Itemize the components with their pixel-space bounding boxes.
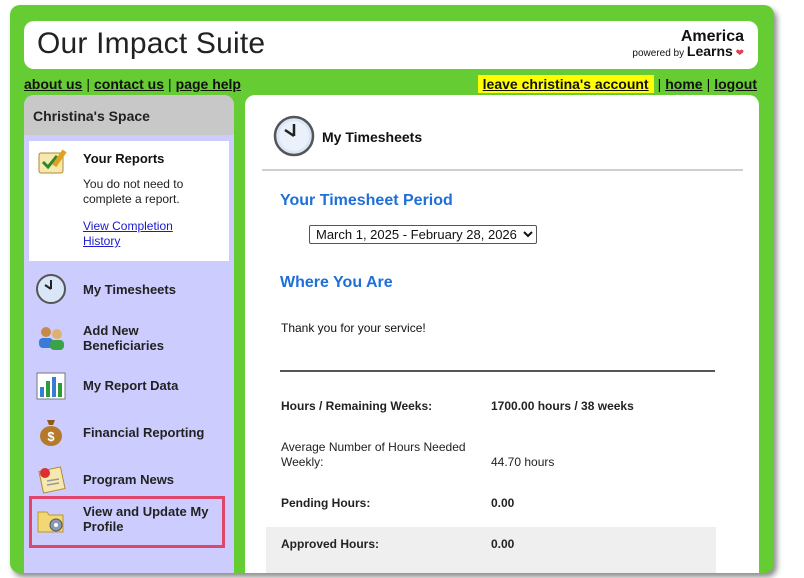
money-bag-icon: $ [35, 416, 67, 448]
leave-account-link[interactable]: leave christina's account [477, 75, 654, 93]
divider [262, 169, 743, 171]
avg-hours-label: Average Number of Hours Needed Weekly: [281, 440, 466, 469]
bar-chart-icon [35, 369, 67, 401]
sidebar-item-financial-reporting[interactable]: $ Financial Reporting [29, 412, 229, 452]
header: Our Impact Suite America powered by Lear… [24, 21, 758, 69]
sidebar-item-label: Financial Reporting [83, 425, 205, 440]
annotation-highlight-box [29, 496, 225, 548]
reports-title: Your Reports [83, 151, 165, 166]
view-completion-history-link[interactable]: View Completion History [83, 219, 203, 249]
sidebar-item-add-beneficiaries[interactable]: Add New Beneficiaries [29, 317, 229, 357]
people-icon [35, 321, 67, 353]
sidebar: Christina's Space Your Reports You do no… [24, 95, 234, 573]
logout-link[interactable]: logout [714, 76, 757, 92]
checklist-icon [37, 147, 71, 182]
main-panel: My Timesheets Your Timesheet Period Marc… [245, 95, 759, 573]
home-link[interactable]: home [665, 76, 702, 92]
avg-hours-value: 44.70 hours [491, 455, 555, 469]
approved-hours-label: Approved Hours: [281, 537, 380, 551]
about-us-link[interactable]: about us [24, 76, 82, 92]
account-links: leave christina's account | home | logout [477, 75, 757, 93]
timesheet-period-select[interactable]: March 1, 2025 - February 28, 2026 [309, 225, 537, 244]
hours-remaining-value: 1700.00 hours / 38 weeks [491, 399, 634, 413]
divider [280, 370, 715, 372]
page-help-link[interactable]: page help [176, 76, 241, 92]
clock-icon [35, 273, 67, 305]
svg-text:$: $ [47, 429, 55, 444]
sidebar-item-my-timesheets[interactable]: My Timesheets [29, 269, 229, 309]
where-you-are-heading: Where You Are [280, 274, 393, 291]
reports-text: You do not need to complete a report. [83, 177, 184, 206]
brand-powered: powered by [632, 48, 685, 59]
brand-name: America [680, 28, 744, 45]
hours-remaining-label: Hours / Remaining Weeks: [281, 399, 433, 413]
brand-logo: America powered by Learns ❤ [632, 29, 744, 61]
sidebar-item-program-news[interactable]: Program News [29, 459, 229, 499]
pending-hours-value: 0.00 [491, 496, 515, 510]
news-icon [35, 463, 67, 495]
sidebar-item-label: Program News [83, 472, 175, 487]
clock-icon [272, 114, 316, 163]
sidebar-item-label: My Report Data [83, 378, 179, 393]
sidebar-heading: Christina's Space [24, 95, 234, 135]
approved-hours-value: 0.00 [491, 537, 515, 551]
contact-us-link[interactable]: contact us [94, 76, 164, 92]
pending-hours-label: Pending Hours: [281, 496, 371, 510]
top-links: about us | contact us | page help [24, 76, 241, 92]
thanks-message: Thank you for your service! [281, 321, 426, 335]
sidebar-item-my-report-data[interactable]: My Report Data [29, 365, 229, 405]
reports-panel: Your Reports You do not need to complete… [29, 141, 229, 261]
brand-learns: Learns [686, 43, 733, 59]
app-frame: Our Impact Suite America powered by Lear… [10, 5, 774, 573]
page-title: My Timesheets [322, 129, 423, 145]
app-title: Our Impact Suite [37, 27, 266, 60]
heart-icon: ❤ [735, 48, 744, 59]
sidebar-item-label: Add New Beneficiaries [83, 323, 164, 353]
timesheet-period-heading: Your Timesheet Period [280, 192, 453, 209]
sidebar-item-label: My Timesheets [83, 282, 176, 297]
